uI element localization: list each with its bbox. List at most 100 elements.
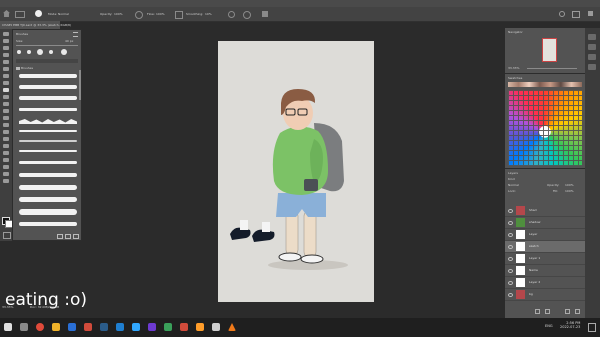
brush-preset-item[interactable] xyxy=(19,209,77,215)
app-icon-3[interactable] xyxy=(148,323,156,331)
layer-row[interactable]: Layer 2 xyxy=(505,277,585,289)
zoom-tool-icon[interactable] xyxy=(3,172,9,176)
mail-icon[interactable] xyxy=(68,323,76,331)
brush-preset-item[interactable] xyxy=(19,85,77,89)
visibility-eye-icon[interactable] xyxy=(508,233,513,237)
quick-mask-icon[interactable] xyxy=(3,232,11,239)
panel-scrollbar[interactable] xyxy=(79,70,81,100)
healing-tool-icon[interactable] xyxy=(3,81,9,85)
app-icon-2[interactable] xyxy=(116,323,124,331)
brush-preset-item[interactable] xyxy=(19,130,77,132)
brush-preset-icon[interactable] xyxy=(35,10,42,17)
brush-preset-item[interactable] xyxy=(19,161,77,164)
chrome-icon[interactable] xyxy=(36,323,44,331)
airbrush-icon[interactable] xyxy=(175,11,183,19)
clone-stamp-tool-icon[interactable] xyxy=(3,95,9,99)
adjustments-panel-icon[interactable] xyxy=(588,54,596,60)
smoothing-field[interactable]: 10% xyxy=(205,12,212,16)
blur-tool-icon[interactable] xyxy=(3,123,9,127)
add-mask-icon[interactable] xyxy=(545,309,550,314)
size-field[interactable]: 40 px xyxy=(65,39,73,43)
visibility-eye-icon[interactable] xyxy=(508,281,513,285)
app-icon-7[interactable] xyxy=(212,323,220,331)
frame-tool-icon[interactable] xyxy=(3,67,9,71)
trash-icon[interactable] xyxy=(73,234,79,239)
properties-panel-icon[interactable] xyxy=(588,44,596,50)
brush-preset-item[interactable] xyxy=(19,119,77,124)
brush-preset-item[interactable] xyxy=(19,222,77,226)
layer-opacity-field[interactable]: 100% xyxy=(565,183,574,187)
marquee-tool-icon[interactable] xyxy=(3,39,9,43)
brush-preset-item[interactable] xyxy=(19,74,77,78)
opacity-field[interactable]: 100% xyxy=(114,12,123,16)
shape-tool-icon[interactable] xyxy=(3,158,9,162)
channels-panel-icon[interactable] xyxy=(588,64,596,70)
navigator-thumbnail[interactable] xyxy=(542,38,557,62)
new-folder-icon[interactable] xyxy=(57,234,63,239)
brush-tool-icon[interactable] xyxy=(15,11,25,18)
path-select-tool-icon[interactable] xyxy=(3,151,9,155)
brush-tip-preview-2[interactable] xyxy=(27,50,31,54)
layer-row-selected[interactable]: sketch xyxy=(505,241,585,253)
panel-menu-icon[interactable] xyxy=(73,32,78,37)
brush-preset-item[interactable] xyxy=(19,150,77,152)
quick-select-tool-icon[interactable] xyxy=(3,53,9,57)
brush-tip-preview-5[interactable] xyxy=(61,49,67,55)
photoshop-taskbar-icon[interactable] xyxy=(132,323,140,331)
layer-row[interactable]: Layer 1 xyxy=(505,253,585,265)
visibility-eye-icon[interactable] xyxy=(508,257,513,261)
eyedropper-tool-icon[interactable] xyxy=(3,74,9,78)
app-icon[interactable] xyxy=(84,323,92,331)
brush-preset-item[interactable] xyxy=(19,108,77,111)
search-icon[interactable] xyxy=(559,11,565,17)
visibility-eye-icon[interactable] xyxy=(508,245,513,249)
brush-preset-item[interactable] xyxy=(19,96,77,100)
document-canvas[interactable] xyxy=(218,41,374,302)
blend-mode-select[interactable]: Normal xyxy=(508,183,519,187)
fill-field[interactable]: 100% xyxy=(565,189,574,193)
hand-tool-icon[interactable] xyxy=(3,165,9,169)
angle-icon[interactable] xyxy=(243,11,251,19)
move-tool-icon[interactable] xyxy=(3,32,9,36)
brush-tip-preview-1[interactable] xyxy=(17,50,21,54)
delete-layer-icon[interactable] xyxy=(575,309,580,314)
navigator-zoom[interactable]: 33.33% xyxy=(508,66,519,70)
brushes-search-field[interactable] xyxy=(16,59,78,63)
brush-preset-item[interactable] xyxy=(19,197,77,202)
app-icon-6[interactable] xyxy=(196,323,204,331)
steam-icon[interactable] xyxy=(100,323,108,331)
pen-tool-icon[interactable] xyxy=(3,137,9,141)
brush-tool-icon[interactable] xyxy=(3,88,9,92)
more-tools-icon[interactable] xyxy=(3,179,9,183)
gear-icon[interactable] xyxy=(228,11,235,18)
flow-field[interactable]: 100% xyxy=(156,12,165,16)
app-icon-4[interactable] xyxy=(164,323,172,331)
dodge-tool-icon[interactable] xyxy=(3,130,9,134)
visibility-eye-icon[interactable] xyxy=(508,269,513,273)
app-icon-5[interactable] xyxy=(180,323,188,331)
brush-preset-item[interactable] xyxy=(19,185,77,190)
new-brush-icon[interactable] xyxy=(65,234,71,239)
layer-row[interactable]: shadow xyxy=(505,217,585,229)
layer-row[interactable]: Name xyxy=(505,265,585,277)
file-explorer-icon[interactable] xyxy=(52,323,60,331)
eraser-tool-icon[interactable] xyxy=(3,109,9,113)
workspace-icon[interactable] xyxy=(572,11,580,18)
layer-row[interactable]: Layer xyxy=(505,229,585,241)
document-tab[interactable]: CHA85 EBB TJ0.Lard @ 33.3% (sketch, RGB/… xyxy=(0,21,71,29)
pressure-opacity-icon[interactable] xyxy=(135,11,143,19)
lasso-tool-icon[interactable] xyxy=(3,46,9,50)
mode-select[interactable]: Normal xyxy=(58,12,69,16)
share-icon[interactable] xyxy=(588,11,593,16)
crop-tool-icon[interactable] xyxy=(3,60,9,64)
taskbar-clock[interactable]: 2:56 PM 2022-07-23 xyxy=(560,321,580,329)
visibility-eye-icon[interactable] xyxy=(508,209,513,213)
size-slider[interactable] xyxy=(16,45,78,46)
visibility-eye-icon[interactable] xyxy=(508,293,513,297)
gradient-tool-icon[interactable] xyxy=(3,116,9,120)
filter-kind-select[interactable]: Kind xyxy=(508,177,515,181)
symmetry-icon[interactable] xyxy=(262,11,268,17)
navigator-zoom-slider[interactable] xyxy=(527,68,577,69)
visibility-eye-icon[interactable] xyxy=(508,221,513,225)
layer-row[interactable]: bg xyxy=(505,289,585,301)
